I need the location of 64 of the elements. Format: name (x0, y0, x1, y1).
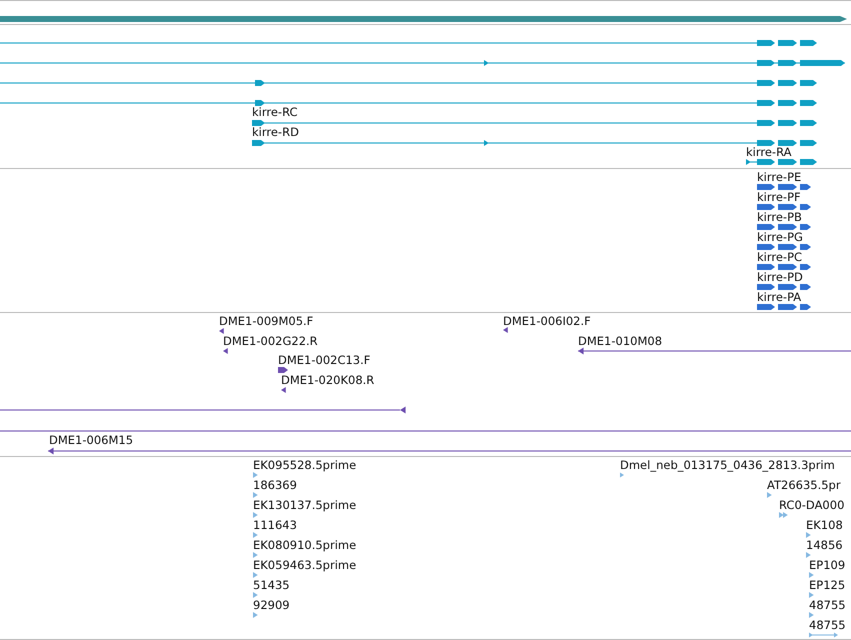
est-glyph (809, 572, 814, 578)
feature-label: kirre-PF (757, 190, 801, 204)
est-glyph (620, 472, 624, 478)
feature-label: 92909 (253, 598, 290, 612)
feature-label: 186369 (253, 478, 297, 492)
feature-label: kirre-RC (252, 105, 298, 119)
est-glyph (253, 532, 258, 538)
feature-label: kirre-PD (757, 270, 803, 284)
feature-label: kirre-RD (252, 125, 299, 139)
est-glyph (767, 492, 772, 498)
est-glyph (808, 632, 838, 638)
feature-label: DME1-020K08.R (281, 373, 374, 387)
est-glyph (253, 612, 258, 618)
feature-label: EP125 (809, 578, 846, 592)
est-glyph (253, 592, 258, 598)
clone-glyph (223, 348, 228, 354)
feature-label: EK130137.5prime (253, 498, 356, 512)
est-glyph (253, 512, 258, 518)
est-glyph (779, 512, 788, 518)
est-glyph (809, 592, 814, 598)
feature-label: kirre-PC (757, 250, 802, 264)
feature-label: 111643 (253, 518, 297, 532)
clone-glyph (219, 328, 224, 334)
feature-label: kirre-PG (757, 230, 803, 244)
clone-glyph (278, 367, 288, 373)
protein-glyph (757, 244, 811, 250)
est-glyph (253, 552, 258, 558)
protein-glyph (757, 204, 811, 210)
est-glyph (809, 612, 814, 618)
feature-label: EK080910.5prime (253, 538, 356, 552)
feature-label: kirre-PB (757, 210, 802, 224)
est-glyph (253, 472, 258, 478)
feature-label: 14856 (806, 538, 843, 552)
feature-label: DME1-009M05.F (219, 314, 314, 328)
protein-glyph (757, 184, 811, 190)
est-glyph (806, 532, 811, 538)
feature-label: DME1-002G22.R (223, 334, 318, 348)
feature-label: DME1-002C13.F (278, 353, 370, 367)
clone-glyph (503, 327, 508, 333)
feature-label: kirre-PE (757, 170, 802, 184)
protein-glyph (757, 284, 811, 290)
feature-label: DME1-006I02.F (503, 314, 591, 328)
feature-label: EP109 (809, 558, 846, 572)
protein-glyph (757, 264, 811, 270)
protein-glyph (757, 224, 811, 230)
feature-label: AT26635.5pr (767, 478, 841, 492)
feature-label: 48755 (809, 598, 846, 612)
clone-glyph (281, 387, 286, 393)
feature-label: EK108 (806, 518, 843, 532)
feature-label: EK095528.5prime (253, 458, 356, 472)
feature-label: EK059463.5prime (253, 558, 356, 572)
est-glyph (806, 552, 811, 558)
feature-label: kirre-RA (746, 145, 792, 159)
feature-label: DME1-010M08 (578, 334, 662, 348)
feature-label: RC0-DA000 (779, 498, 844, 512)
transcript-glyph (746, 159, 817, 165)
feature-label: kirre-PA (757, 290, 802, 304)
protein-glyph (757, 304, 811, 310)
est-glyph (253, 492, 258, 498)
feature-label: DME1-006M15 (49, 433, 134, 447)
est-glyph (253, 572, 258, 578)
feature-label: 51435 (253, 578, 290, 592)
feature-label: 48755 (809, 618, 846, 632)
feature-label: Dmel_neb_013175_0436_2813.3prim (620, 458, 835, 472)
